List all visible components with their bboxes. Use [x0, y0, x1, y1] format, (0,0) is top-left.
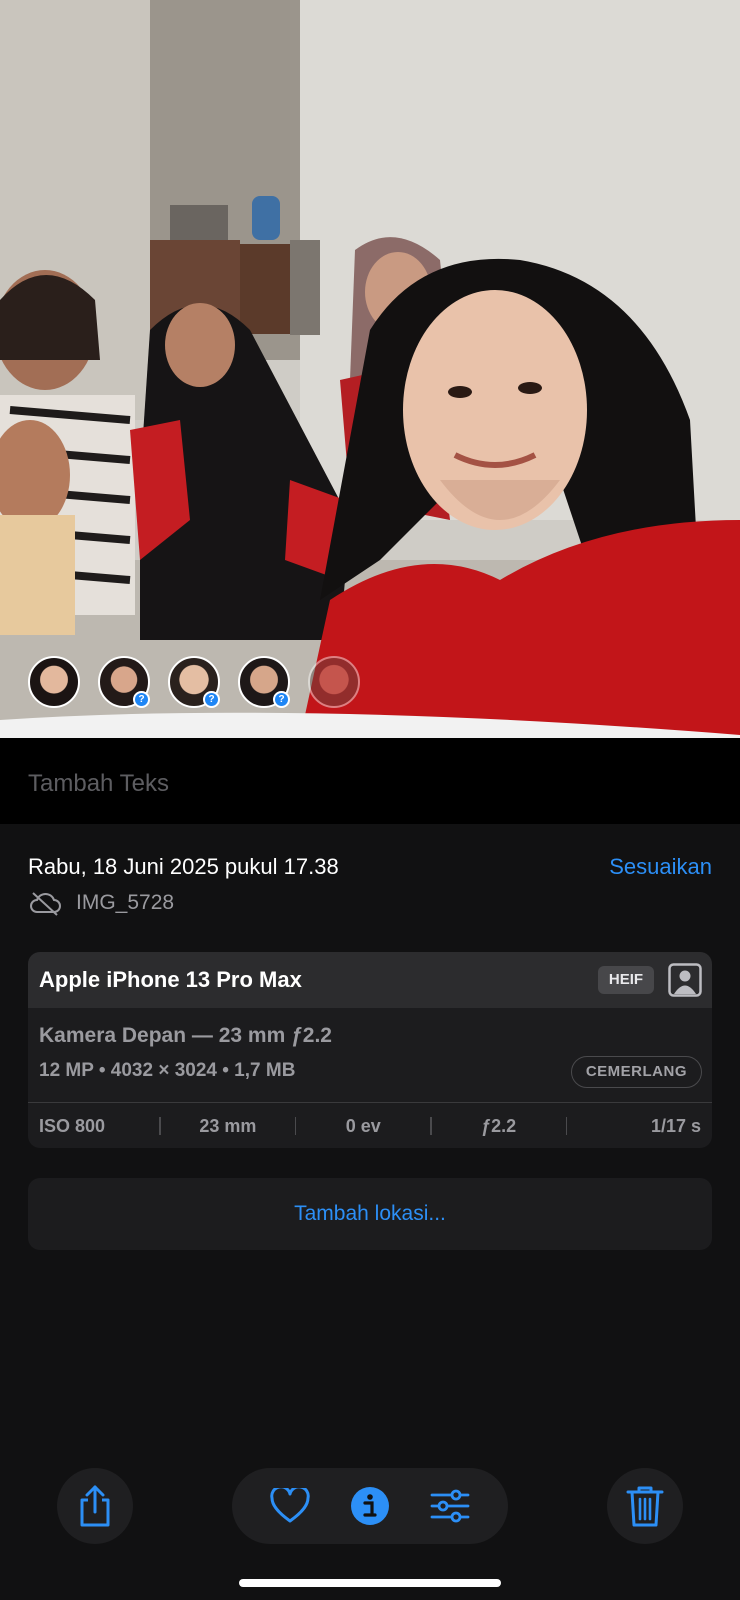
exif-focal-length: 23 mm	[199, 1115, 257, 1136]
heart-icon	[270, 1488, 310, 1523]
edit-button[interactable]	[425, 1481, 475, 1531]
exif-row: ISO 800 23 mm 0 ev ƒ2.2 1/17 s	[28, 1102, 712, 1148]
lens-info: Kamera Depan — 23 mm ƒ2.2	[39, 1024, 332, 1047]
favorite-button[interactable]	[265, 1481, 315, 1531]
exif-shutter-speed: 1/17 s	[650, 1115, 701, 1136]
face-tag-4[interactable]: ?	[238, 656, 290, 708]
filename: IMG_5728	[76, 891, 175, 914]
home-indicator[interactable]	[239, 1579, 501, 1587]
share-icon	[80, 1485, 110, 1527]
portrait-icon[interactable]	[668, 963, 702, 997]
share-button[interactable]	[57, 1468, 133, 1544]
adjust-date-button[interactable]: Sesuaikan	[609, 854, 712, 880]
exif-aperture: ƒ2.2	[481, 1115, 517, 1136]
bottom-toolbar	[0, 1460, 740, 1550]
delete-button[interactable]	[607, 1468, 683, 1544]
camera-info-card: Apple iPhone 13 Pro Max HEIF Kamera Depa…	[28, 952, 712, 1148]
unconfirmed-badge: ?	[203, 691, 220, 708]
exif-iso: ISO 800	[39, 1115, 106, 1136]
info-panel: Rabu, 18 Juni 2025 pukul 17.38 Sesuaikan…	[0, 824, 740, 1444]
adjust-sliders-icon	[430, 1489, 470, 1523]
info-icon	[351, 1487, 389, 1525]
caption-placeholder: Tambah Teks	[28, 770, 169, 797]
capture-date: Rabu, 18 Juni 2025 pukul 17.38	[28, 854, 339, 879]
photographic-style-badge: CEMERLANG	[570, 1056, 702, 1088]
add-location-button[interactable]: Tambah lokasi...	[28, 1178, 712, 1250]
image-specs: 12 MP • 4032 × 3024 • 1,7 MB	[39, 1060, 296, 1081]
photo-view[interactable]: ? ? ?	[0, 0, 740, 738]
face-tag-1[interactable]	[28, 656, 80, 708]
unconfirmed-badge: ?	[273, 691, 290, 708]
caption-field[interactable]: Tambah Teks	[0, 738, 740, 824]
info-button[interactable]	[345, 1481, 395, 1531]
unconfirmed-badge: ?	[133, 691, 150, 708]
exif-exposure-value: 0 ev	[345, 1115, 381, 1136]
face-tag-3[interactable]: ?	[168, 656, 220, 708]
cloud-slash-icon	[30, 892, 61, 916]
action-group	[232, 1468, 508, 1544]
format-badge: HEIF	[598, 966, 654, 994]
photo-image	[0, 0, 740, 738]
filename-row: IMG_5728	[28, 890, 174, 916]
face-tag-2[interactable]: ?	[98, 656, 150, 708]
device-name: Apple iPhone 13 Pro Max	[39, 967, 302, 992]
camera-card-header: Apple iPhone 13 Pro Max HEIF	[28, 952, 712, 1008]
face-tag-5[interactable]	[308, 656, 360, 708]
trash-icon	[626, 1486, 664, 1527]
face-tags-row: ? ? ?	[28, 656, 360, 708]
